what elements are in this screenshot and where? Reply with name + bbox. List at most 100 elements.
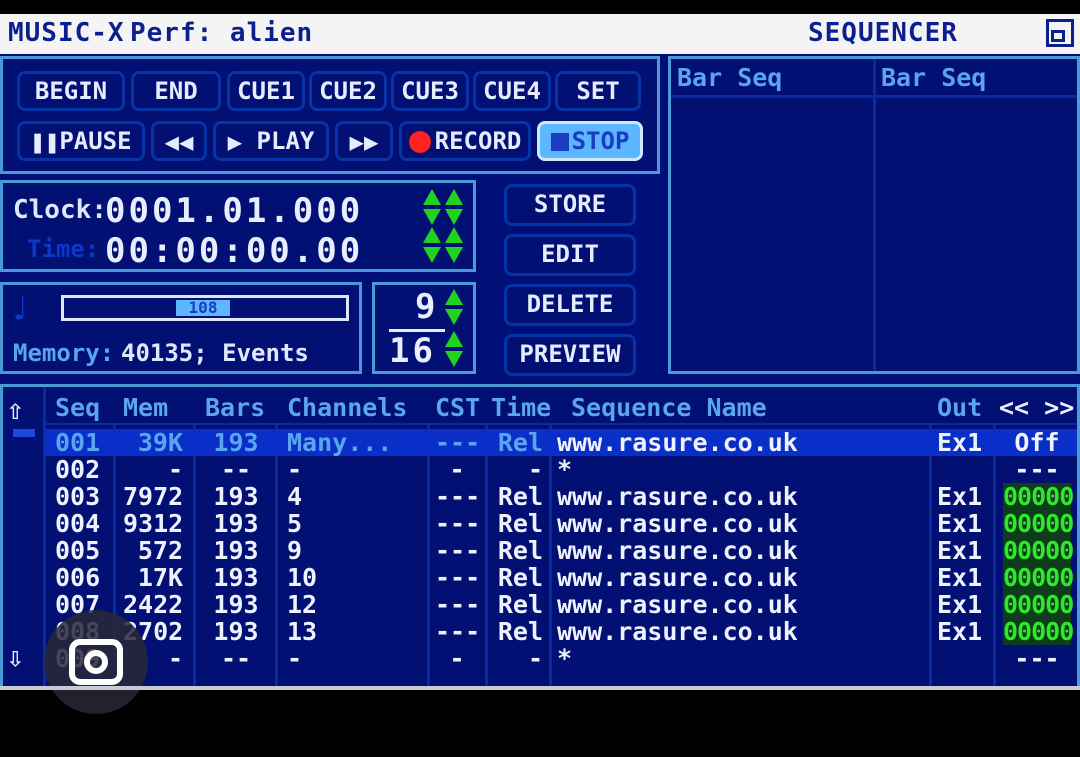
table-scrollbar[interactable] — [13, 429, 35, 437]
cell-mem: 572 — [137, 536, 183, 565]
cue4-button[interactable]: CUE4 — [473, 71, 551, 111]
cell-output-status[interactable]: 00000 — [1003, 564, 1074, 591]
cue1-button[interactable]: CUE1 — [227, 71, 305, 111]
cell-bars: -- — [220, 644, 252, 673]
cell-time: - — [527, 644, 543, 673]
edit-button[interactable]: EDIT — [504, 234, 636, 276]
fast-forward-button[interactable]: ▶▶ — [335, 121, 393, 161]
pause-icon: ❚❚ — [30, 128, 60, 156]
bar-seq-panel: Bar Seq Bar Seq — [668, 56, 1080, 374]
cell-cst: --- — [435, 482, 481, 511]
col-header-out[interactable]: Out — [937, 393, 982, 422]
cell-out: Ex1 — [937, 590, 983, 619]
cell-seq: 002 — [55, 455, 101, 484]
tempo-memory-panel: ♩ 108 Memory: 40135; Events — [0, 282, 362, 374]
cell-time: Rel — [497, 563, 543, 592]
rewind-button[interactable]: ◀◀ — [151, 121, 207, 161]
cell-output-status[interactable]: 00000 — [1003, 537, 1074, 564]
cell-mem: 7972 — [123, 482, 184, 511]
scroll-down-arrow-icon[interactable]: ⇩ — [7, 641, 24, 674]
cell-bars: 193 — [213, 590, 259, 619]
cell-seq: 005 — [55, 536, 101, 565]
bar-seq-header-2: Bar Seq — [881, 63, 987, 92]
time-up-down-arrows[interactable] — [423, 227, 463, 267]
play-button[interactable]: ▶ PLAY — [213, 121, 329, 161]
cell-cst: --- — [435, 617, 481, 646]
clock-label: Clock: — [13, 195, 107, 225]
cell-time: Rel — [497, 428, 543, 457]
lens-camera-icon — [69, 639, 123, 685]
cell-out: Ex1 — [937, 509, 983, 538]
cell-name: www.rasure.co.uk — [557, 617, 798, 646]
cell-output-status[interactable]: --- — [1003, 456, 1071, 483]
cell-time: Rel — [497, 590, 543, 619]
cell-name: * — [557, 455, 573, 484]
cell-output-status[interactable]: Off — [1003, 429, 1071, 456]
delete-button[interactable]: DELETE — [504, 284, 636, 326]
col-header-cst[interactable]: CST — [435, 393, 480, 422]
cell-cst: --- — [435, 509, 481, 538]
screenshot-lens-button[interactable] — [44, 610, 148, 714]
cell-output-status[interactable]: 00000 — [1003, 618, 1074, 645]
cell-output-status[interactable]: 00000 — [1003, 510, 1074, 537]
end-button[interactable]: END — [131, 71, 221, 111]
page-nav-arrows[interactable]: << >> — [999, 393, 1074, 422]
store-button[interactable]: STORE — [504, 184, 636, 226]
cell-name: www.rasure.co.uk — [557, 536, 798, 565]
cell-cst: --- — [435, 536, 481, 565]
stop-button[interactable]: STOP — [537, 121, 643, 161]
preview-button[interactable]: PREVIEW — [504, 334, 636, 376]
bar-seq-header-1: Bar Seq — [677, 63, 783, 92]
sequence-table-panel: ⇧ ⇩ Seq Mem Bars Channels CST Time Seque… — [0, 384, 1080, 690]
cue3-button[interactable]: CUE3 — [391, 71, 469, 111]
rewind-icon: ◀◀ — [164, 128, 194, 156]
col-header-bars[interactable]: Bars — [205, 393, 265, 422]
col-header-mem[interactable]: Mem — [123, 393, 168, 422]
time-sig-denominator-arrows[interactable] — [445, 331, 465, 371]
set-button[interactable]: SET — [555, 71, 641, 111]
cell-bars: 193 — [213, 509, 259, 538]
cell-channels: 12 — [287, 590, 318, 619]
fast-forward-icon: ▶▶ — [349, 128, 379, 156]
cell-time: - — [527, 455, 543, 484]
cell-output-status[interactable]: 00000 — [1003, 483, 1074, 510]
app-name: MUSIC-X — [8, 18, 125, 48]
scroll-up-arrow-icon[interactable]: ⇧ — [7, 393, 24, 426]
title-bar: MUSIC-X Perf: alien SEQUENCER — [0, 14, 1080, 54]
cell-seq: 001 — [55, 428, 101, 457]
record-button[interactable]: RECORD — [399, 121, 531, 161]
clock-up-down-arrows[interactable] — [423, 189, 463, 229]
table-header-divider — [43, 423, 1077, 425]
cell-output-status[interactable]: --- — [1003, 645, 1071, 672]
cell-channels: - — [287, 455, 303, 484]
time-label: Time: — [27, 235, 100, 263]
cell-name: * — [557, 644, 573, 673]
time-sig-denominator: 16 — [389, 331, 436, 371]
cell-channels: 13 — [287, 617, 318, 646]
screen-mode-title: SEQUENCER — [808, 18, 958, 48]
time-sig-numerator-arrows[interactable] — [445, 289, 465, 329]
cell-time: Rel — [497, 536, 543, 565]
tempo-slider-knob[interactable]: 108 — [176, 300, 230, 316]
col-header-sequence-name[interactable]: Sequence Name — [571, 393, 767, 422]
sequencer-screen: BEGIN END CUE1 CUE2 CUE3 CUE4 SET ❚❚PAUS… — [0, 54, 1080, 714]
pause-button[interactable]: ❚❚PAUSE — [17, 121, 145, 161]
begin-button[interactable]: BEGIN — [17, 71, 125, 111]
tempo-note-icon: ♩ — [9, 289, 30, 329]
cell-output-status[interactable]: 00000 — [1003, 591, 1074, 618]
cell-name: www.rasure.co.uk — [557, 509, 798, 538]
clock-panel: Clock: 0001.01.000 Time: 00:00:00.00 — [0, 180, 476, 272]
col-header-channels[interactable]: Channels — [287, 393, 407, 422]
cell-bars: 193 — [213, 428, 259, 457]
tempo-slider[interactable]: 108 — [61, 295, 349, 321]
window-depth-gadget-icon[interactable] — [1046, 19, 1074, 47]
cell-channels: 4 — [287, 482, 303, 511]
bottom-border — [0, 686, 1080, 690]
time-sig-numerator: 9 — [415, 287, 439, 327]
time-value: 00:00:00.00 — [105, 231, 364, 271]
cell-mem: 39K — [137, 428, 183, 457]
col-header-seq[interactable]: Seq — [55, 393, 100, 422]
record-label: RECORD — [434, 127, 522, 155]
col-header-time[interactable]: Time — [491, 393, 551, 422]
cue2-button[interactable]: CUE2 — [309, 71, 387, 111]
